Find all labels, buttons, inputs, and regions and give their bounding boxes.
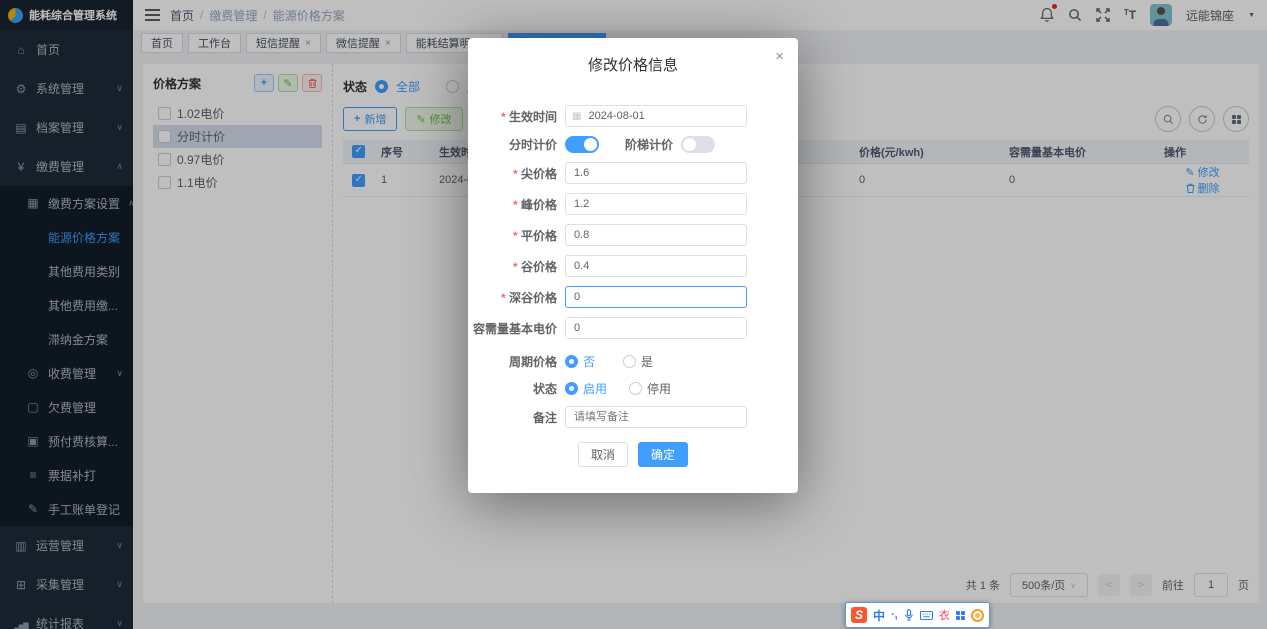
cycle-yes-label[interactable]: 是 [641, 353, 653, 370]
valley-price-label: 谷价格 [468, 258, 565, 275]
ime-punctuation-icon[interactable]: ·, [891, 609, 898, 621]
remark-input[interactable] [565, 406, 747, 428]
demand-base-price-label: 容需量基本电价 [468, 320, 565, 337]
status-label: 状态 [468, 380, 565, 397]
ime-toolbar: S 中 ·, 衣 [845, 602, 990, 628]
calendar-icon [572, 111, 581, 122]
close-icon[interactable] [775, 48, 784, 65]
demand-base-price-input[interactable] [565, 317, 747, 339]
confirm-button[interactable]: 确定 [638, 442, 688, 467]
cycle-yes-radio[interactable] [623, 355, 636, 368]
microphone-icon[interactable] [904, 609, 914, 621]
remark-label: 备注 [468, 409, 565, 426]
app-window: 能耗综合管理系统 首页 系统管理 档案管理 缴费管理 [0, 0, 1267, 629]
tou-pricing-toggle[interactable] [565, 136, 599, 153]
status-disabled-radio[interactable] [629, 382, 642, 395]
peak-price-label: 峰价格 [468, 196, 565, 213]
cycle-no-label[interactable]: 否 [583, 353, 595, 370]
ime-mode-icon[interactable]: 中 [873, 607, 885, 624]
sharp-price-label: 尖价格 [468, 165, 565, 182]
ime-apps-icon[interactable] [956, 611, 965, 620]
sogou-logo-icon[interactable]: S [851, 607, 867, 623]
flat-price-input[interactable] [565, 224, 747, 246]
sharp-price-input[interactable] [565, 162, 747, 184]
ime-skin-icon[interactable]: 衣 [939, 607, 950, 623]
deep-valley-price-label: 深谷价格 [468, 289, 565, 306]
edit-price-dialog: 修改价格信息 生效时间 分时计价 阶梯计价 尖价格 峰价格 [468, 38, 798, 493]
peak-price-input[interactable] [565, 193, 747, 215]
status-disabled-label[interactable]: 停用 [647, 380, 671, 397]
dialog-form: 生效时间 分时计价 阶梯计价 尖价格 峰价格 平价格 [468, 105, 798, 467]
valley-price-input[interactable] [565, 255, 747, 277]
status-enabled-label[interactable]: 启用 [583, 380, 607, 397]
flat-price-label: 平价格 [468, 227, 565, 244]
keyboard-icon[interactable] [920, 611, 933, 620]
effective-date-field[interactable] [565, 105, 747, 127]
tier-pricing-toggle[interactable] [681, 136, 715, 153]
status-enabled-radio[interactable] [565, 382, 578, 395]
tou-pricing-label: 分时计价 [468, 136, 565, 153]
cycle-price-label: 周期价格 [468, 353, 565, 370]
emoji-icon[interactable] [971, 609, 984, 622]
effective-date-input[interactable] [586, 109, 740, 123]
dialog-title: 修改价格信息 [468, 38, 798, 75]
cycle-no-radio[interactable] [565, 355, 578, 368]
deep-valley-price-input[interactable] [565, 286, 747, 308]
effective-date-label: 生效时间 [468, 108, 565, 125]
cancel-button[interactable]: 取消 [578, 442, 628, 467]
tier-pricing-label: 阶梯计价 [625, 136, 681, 153]
